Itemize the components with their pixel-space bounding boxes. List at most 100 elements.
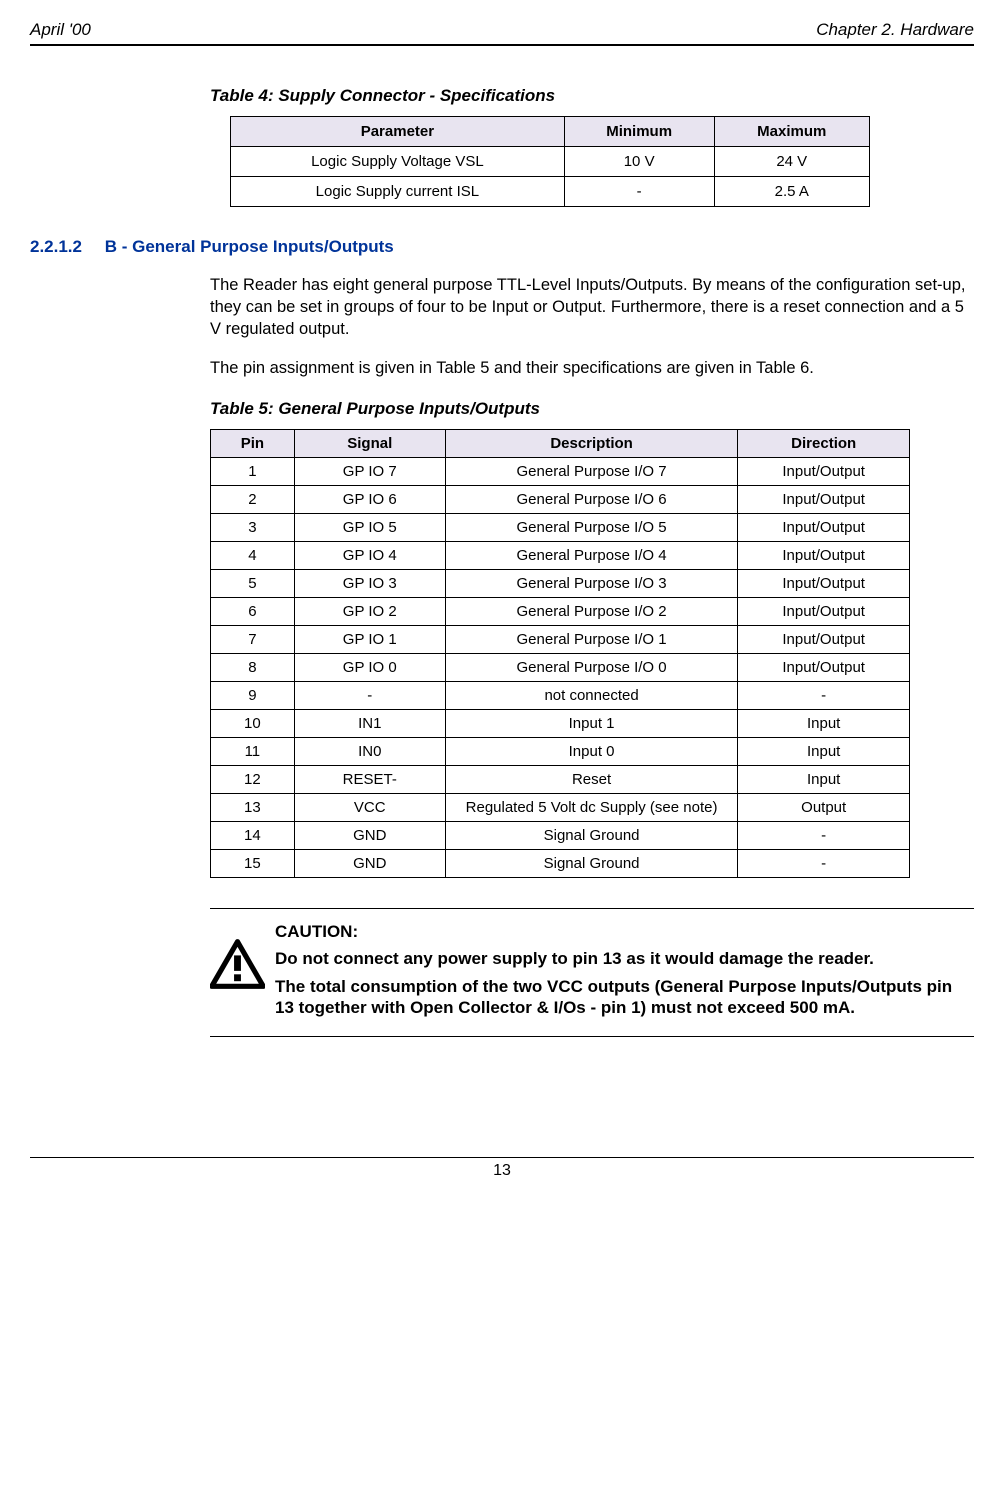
table-cell: Input 0 xyxy=(445,738,738,766)
caution-line: Do not connect any power supply to pin 1… xyxy=(275,948,974,969)
table-cell: - xyxy=(738,822,910,850)
table-cell: 1 xyxy=(211,458,295,486)
table4-caption: Table 4: Supply Connector - Specificatio… xyxy=(210,86,974,106)
caution-box: CAUTION: Do not connect any power supply… xyxy=(210,908,974,1037)
table-cell: 24 V xyxy=(714,147,870,177)
table4-header: Minimum xyxy=(564,117,714,147)
table-cell: Logic Supply Voltage VSL xyxy=(231,147,565,177)
body-paragraph: The Reader has eight general purpose TTL… xyxy=(210,274,974,341)
table-cell: - xyxy=(738,682,910,710)
table-cell: 9 xyxy=(211,682,295,710)
table-row: 6GP IO 2General Purpose I/O 2Input/Outpu… xyxy=(211,598,910,626)
table-cell: GP IO 2 xyxy=(294,598,445,626)
table-cell: General Purpose I/O 7 xyxy=(445,458,738,486)
table-cell: 4 xyxy=(211,542,295,570)
table-cell: Regulated 5 Volt dc Supply (see note) xyxy=(445,794,738,822)
table5-header: Signal xyxy=(294,430,445,458)
table5-header-row: Pin Signal Description Direction xyxy=(211,430,910,458)
table-cell: Signal Ground xyxy=(445,850,738,878)
page-header: April '00 Chapter 2. Hardware xyxy=(30,20,974,46)
table-cell: Input/Output xyxy=(738,542,910,570)
table-cell: Input/Output xyxy=(738,626,910,654)
table-cell: GP IO 4 xyxy=(294,542,445,570)
table-cell: GP IO 6 xyxy=(294,486,445,514)
table-cell: 2.5 A xyxy=(714,177,870,207)
table-cell: 6 xyxy=(211,598,295,626)
table5-block: Table 5: General Purpose Inputs/Outputs … xyxy=(210,399,974,878)
table-cell: General Purpose I/O 3 xyxy=(445,570,738,598)
page-number: 13 xyxy=(493,1162,511,1179)
table-cell: Input/Output xyxy=(738,654,910,682)
caution-line: The total consumption of the two VCC out… xyxy=(275,976,974,1019)
table-cell: 13 xyxy=(211,794,295,822)
page-footer: 13 xyxy=(30,1157,974,1180)
table-cell: - xyxy=(564,177,714,207)
caution-text: CAUTION: Do not connect any power supply… xyxy=(275,921,974,1024)
table-row: 1GP IO 7General Purpose I/O 7Input/Outpu… xyxy=(211,458,910,486)
table-cell: 15 xyxy=(211,850,295,878)
table-cell: not connected xyxy=(445,682,738,710)
table-row: 4GP IO 4General Purpose I/O 4Input/Outpu… xyxy=(211,542,910,570)
table-row: 7GP IO 1General Purpose I/O 1Input/Outpu… xyxy=(211,626,910,654)
table-row: 10IN1Input 1Input xyxy=(211,710,910,738)
table-cell: 7 xyxy=(211,626,295,654)
section-title: B - General Purpose Inputs/Outputs xyxy=(105,237,394,256)
table-row: 3GP IO 5General Purpose I/O 5Input/Outpu… xyxy=(211,514,910,542)
table4-header: Maximum xyxy=(714,117,870,147)
table-cell: 5 xyxy=(211,570,295,598)
table-row: 13VCCRegulated 5 Volt dc Supply (see not… xyxy=(211,794,910,822)
table-cell: IN0 xyxy=(294,738,445,766)
table-row: 8GP IO 0General Purpose I/O 0Input/Outpu… xyxy=(211,654,910,682)
table-cell: General Purpose I/O 4 xyxy=(445,542,738,570)
table-cell: VCC xyxy=(294,794,445,822)
table-row: 12RESET-ResetInput xyxy=(211,766,910,794)
table-cell: Input/Output xyxy=(738,598,910,626)
table-cell: Input 1 xyxy=(445,710,738,738)
table-row: 5GP IO 3General Purpose I/O 3Input/Outpu… xyxy=(211,570,910,598)
table-cell: Input/Output xyxy=(738,514,910,542)
table-cell: GND xyxy=(294,850,445,878)
table-cell: IN1 xyxy=(294,710,445,738)
table4-block: Table 4: Supply Connector - Specificatio… xyxy=(210,86,974,207)
table4: Parameter Minimum Maximum Logic Supply V… xyxy=(230,116,870,207)
table4-header-row: Parameter Minimum Maximum xyxy=(231,117,870,147)
table-cell: GP IO 7 xyxy=(294,458,445,486)
table-row: 15GNDSignal Ground- xyxy=(211,850,910,878)
warning-icon xyxy=(210,921,275,994)
table-cell: General Purpose I/O 2 xyxy=(445,598,738,626)
table-cell: Output xyxy=(738,794,910,822)
table-cell: General Purpose I/O 6 xyxy=(445,486,738,514)
body-paragraph: The pin assignment is given in Table 5 a… xyxy=(210,357,974,379)
table-cell: 12 xyxy=(211,766,295,794)
table-cell: Input xyxy=(738,766,910,794)
table-cell: 3 xyxy=(211,514,295,542)
table-cell: Reset xyxy=(445,766,738,794)
section-heading: 2.2.1.2 B - General Purpose Inputs/Outpu… xyxy=(30,237,974,257)
table-cell: Input/Output xyxy=(738,486,910,514)
table-cell: GP IO 0 xyxy=(294,654,445,682)
table5-header: Pin xyxy=(211,430,295,458)
table-cell: General Purpose I/O 5 xyxy=(445,514,738,542)
table-cell: 10 V xyxy=(564,147,714,177)
table-row: 2GP IO 6General Purpose I/O 6Input/Outpu… xyxy=(211,486,910,514)
table-cell: General Purpose I/O 1 xyxy=(445,626,738,654)
table-cell: 14 xyxy=(211,822,295,850)
table-row: Logic Supply current ISL-2.5 A xyxy=(231,177,870,207)
header-left: April '00 xyxy=(30,20,91,40)
table-cell: Logic Supply current ISL xyxy=(231,177,565,207)
table-cell: - xyxy=(738,850,910,878)
table-cell: GP IO 1 xyxy=(294,626,445,654)
caution-title: CAUTION: xyxy=(275,921,974,942)
table5-header: Direction xyxy=(738,430,910,458)
table-cell: GP IO 3 xyxy=(294,570,445,598)
table-cell: GND xyxy=(294,822,445,850)
table-row: Logic Supply Voltage VSL10 V24 V xyxy=(231,147,870,177)
table-row: 11IN0Input 0Input xyxy=(211,738,910,766)
table5: Pin Signal Description Direction 1GP IO … xyxy=(210,429,910,878)
table-cell: - xyxy=(294,682,445,710)
table-cell: General Purpose I/O 0 xyxy=(445,654,738,682)
section-number: 2.2.1.2 xyxy=(30,237,82,257)
table5-caption: Table 5: General Purpose Inputs/Outputs xyxy=(210,399,974,419)
table-cell: 2 xyxy=(211,486,295,514)
table5-header: Description xyxy=(445,430,738,458)
